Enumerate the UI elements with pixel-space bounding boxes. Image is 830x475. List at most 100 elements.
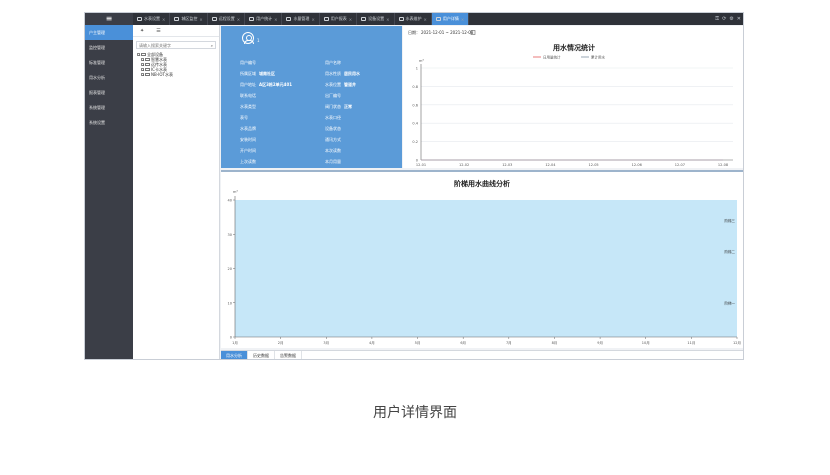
tab[interactable]: 用户统计 ×: [245, 13, 283, 25]
tab-close-icon[interactable]: ×: [311, 17, 314, 22]
list-icon[interactable]: ☰: [156, 28, 160, 34]
tab-list: 水表设置 × 城区监控 × 远程设置 × 用户统计 × 水量管理 × 用户报表 × 设备设置 × 水表维护 ×…: [133, 13, 470, 25]
sidebar-item[interactable]: 报表管理: [85, 85, 133, 100]
tab-close-icon[interactable]: ×: [349, 17, 352, 22]
lock-icon[interactable]: ⚿: [715, 16, 719, 22]
user-field: 水表口径: [325, 115, 344, 121]
y-tick-label: 0.8: [412, 85, 418, 89]
x-tick-label: 12-05: [588, 163, 598, 167]
user-field-label: 用户编号: [240, 60, 256, 65]
sidebar-item[interactable]: 户主管理: [85, 25, 133, 40]
sidebar: ≡ 户主管理 监控管理 标准管理 用水分析 报表管理 系统管理 系统设置: [85, 13, 133, 359]
expand-icon[interactable]: +: [141, 68, 145, 72]
user-field-label: 安装时间: [240, 137, 256, 142]
user-field: 开户时间: [240, 148, 259, 154]
usage-chart-svg: 日期： 2021-12-01 ~ 2021-12-08 用水情况统计日用量统计 累计用…: [408, 29, 733, 167]
user-field-value: A区3栋2单元401: [259, 82, 293, 87]
x-tick-label: 12-03: [502, 163, 512, 167]
search-icon[interactable]: ⌕: [211, 43, 213, 48]
user-field-label: 用户名称: [325, 60, 341, 65]
tab-close-icon[interactable]: ×: [162, 17, 165, 22]
close-icon[interactable]: ✕: [737, 16, 741, 22]
expand-icon[interactable]: +: [141, 63, 145, 67]
x-tick-label: 2月: [278, 340, 284, 345]
sidebar-item[interactable]: 系统管理: [85, 100, 133, 115]
refresh-icon[interactable]: ⟳: [722, 16, 726, 22]
tab[interactable]: 用户报表 ×: [320, 13, 358, 25]
pin-icon[interactable]: ✦: [140, 28, 144, 34]
user-field-label: 联系电话: [240, 93, 256, 98]
user-field-value: 管道井: [344, 82, 356, 87]
user-field-label: 本次读数: [325, 148, 341, 153]
device-icon: [145, 58, 150, 61]
user-field: 水表位置 管道井: [325, 82, 356, 88]
tab-close-icon[interactable]: ×: [386, 17, 389, 22]
usage-chart: 日期： 2021-12-01 ~ 2021-12-08 用水情况统计 日用量统计 累计用…: [403, 26, 743, 168]
tab[interactable]: 设备设置 ×: [357, 13, 395, 25]
user-field-label: 阀门状态: [325, 104, 341, 109]
device-tree: − 全部设备 + 智慧水表 + 远传水表 + IC卡水表 + NB-IOT水表: [133, 52, 219, 77]
app-window: ≡ 户主管理 监控管理 标准管理 用水分析 报表管理 系统管理 系统设置 水表设置 × 城区监控…: [84, 12, 744, 360]
tab-label: 设备设置: [368, 16, 385, 21]
y-tick-label: 0: [230, 336, 232, 340]
user-field: 水表类型: [240, 104, 259, 110]
tab-page-icon: [211, 17, 217, 21]
collapse-icon[interactable]: −: [137, 53, 141, 57]
device-icon: [145, 63, 150, 66]
tree-node[interactable]: + NB-IOT水表: [133, 72, 219, 77]
tab[interactable]: 水表维护 ×: [395, 13, 432, 25]
figure-caption: 用户详情界面: [373, 405, 457, 421]
tab-close-icon[interactable]: ×: [274, 17, 277, 22]
bottom-tab[interactable]: 告警数据: [275, 351, 302, 359]
tab[interactable]: 远程设置 ×: [208, 13, 246, 25]
tab-page-icon: [398, 17, 404, 21]
tab-close-icon[interactable]: ×: [199, 17, 202, 22]
tab-page-icon: [361, 17, 367, 21]
user-field: 设备状态: [325, 126, 344, 132]
menu-icon[interactable]: ≡: [85, 13, 133, 25]
tab-bar: 水表设置 × 城区监控 × 远程设置 × 用户统计 × 水量管理 × 用户报表 × 设备设置 × 水表维护 ×…: [133, 13, 743, 25]
tree-search-box: ⌕: [136, 41, 216, 49]
expand-icon[interactable]: +: [141, 58, 145, 62]
user-field: 出厂编号: [325, 93, 344, 99]
user-field-label: 设备状态: [325, 126, 341, 131]
date-filter-label: 日期：: [408, 29, 420, 35]
user-field: 联系电话: [240, 93, 259, 99]
x-tick-label: 12-06: [632, 163, 642, 167]
tier-chart: 阶梯用水曲线分析 m³ 0 10 20 30 40 1月 2月 3月 4月 5月 6月 7月 8月 9月 10月…: [221, 170, 743, 348]
x-tick-label: 12-07: [675, 163, 685, 167]
user-field: 用户地址 A区3栋2单元401: [240, 82, 292, 88]
user-field: 本次读数: [325, 148, 344, 154]
tab-close-icon[interactable]: ×: [424, 17, 427, 22]
user-field: 水表品牌: [240, 126, 259, 132]
tree-search-input[interactable]: [139, 42, 209, 48]
tab[interactable]: 用户详情 ×: [431, 13, 470, 25]
bottom-tab[interactable]: 用水分析: [221, 351, 248, 359]
user-field: 上次读数: [240, 159, 259, 165]
y-unit-label: m³: [233, 190, 238, 194]
sidebar-item[interactable]: 系统设置: [85, 115, 133, 130]
sidebar-menu: 户主管理 监控管理 标准管理 用水分析 报表管理 系统管理 系统设置: [85, 25, 133, 130]
sidebar-item[interactable]: 标准管理: [85, 55, 133, 70]
user-field-label: 开户时间: [240, 148, 256, 153]
sidebar-item[interactable]: 用水分析: [85, 70, 133, 85]
tab[interactable]: 水量管理 ×: [282, 13, 320, 25]
tab[interactable]: 水表设置 ×: [133, 13, 171, 25]
tab-close-icon[interactable]: ×: [237, 17, 240, 22]
bottom-tab[interactable]: 历史数据: [248, 351, 275, 359]
user-field: 安装时间: [240, 137, 259, 143]
sidebar-item[interactable]: 监控管理: [85, 40, 133, 55]
date-filter-value: 2021-12-01 ~ 2021-12-08: [421, 30, 474, 35]
expand-icon[interactable]: +: [141, 73, 145, 77]
tab[interactable]: 城区监控 ×: [170, 13, 208, 25]
tab-close-icon[interactable]: ×: [461, 17, 464, 22]
tree-node-label: NB-IOT水表: [151, 72, 173, 77]
user-field-label: 通讯方式: [325, 137, 341, 142]
settings-icon[interactable]: ⚙: [729, 16, 733, 22]
user-field-label: 本月用量: [325, 159, 341, 164]
x-tick-label: 4月: [369, 340, 375, 345]
user-field-value: 城南社区: [259, 71, 275, 76]
tab-page-icon: [249, 17, 255, 21]
x-tick-label: 11月: [687, 340, 695, 345]
tab-label: 用户统计: [256, 16, 273, 21]
